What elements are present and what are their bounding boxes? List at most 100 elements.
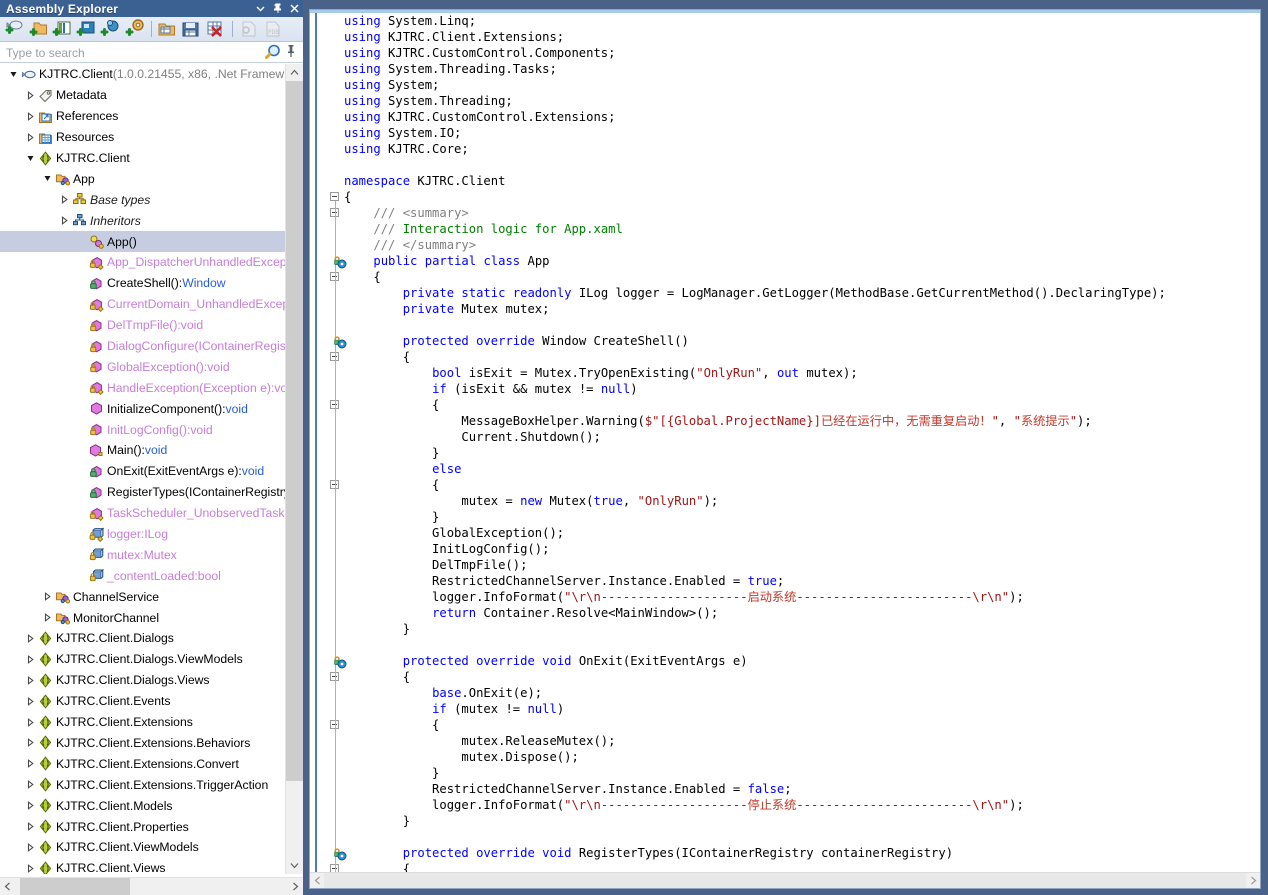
tree-item-resources[interactable]: Resources (0, 127, 285, 148)
tree-item-initializecomponent[interactable]: InitializeComponent(): void (0, 398, 285, 419)
expander-collapsed-icon[interactable] (25, 675, 36, 686)
editor-h-scroll-track[interactable] (324, 873, 1246, 888)
editor-h-scrollbar-thumb[interactable] (324, 873, 1246, 888)
tree-item-metadata[interactable]: Metadata (0, 85, 285, 106)
code-line: { (344, 350, 411, 364)
tree-item-monitorchannel[interactable]: MonitorChannel (0, 607, 285, 628)
expander-collapsed-icon[interactable] (25, 821, 36, 832)
expander-collapsed-icon[interactable] (25, 863, 36, 874)
expander-collapsed-icon[interactable] (25, 800, 36, 811)
tree-item-logger-ilog[interactable]: logger:ILog (0, 524, 285, 545)
open-from-gac-icon[interactable] (51, 18, 74, 40)
expander-collapsed-icon[interactable] (25, 132, 36, 143)
expander-collapsed-icon[interactable] (42, 591, 53, 602)
tree-item-createshell[interactable]: CreateShell(): Window (0, 273, 285, 294)
tree-item-kjtrc-client-extensions-triggeraction[interactable]: KJTRC.Client.Extensions.TriggerAction (0, 774, 285, 795)
h-scroll-track[interactable] (15, 878, 288, 895)
tree-vertical-scrollbar[interactable] (285, 64, 303, 874)
tree-item-mutex-mutex[interactable]: mutex:Mutex (0, 544, 285, 565)
tree-item-initlogconfig-void[interactable]: InitLogConfig():void (0, 419, 285, 440)
scroll-up-arrow[interactable] (286, 64, 303, 81)
expander-collapsed-icon[interactable] (25, 758, 36, 769)
tree-item-kjtrc-client-viewmodels[interactable]: KJTRC.Client.ViewModels (0, 837, 285, 858)
expander-collapsed-icon[interactable] (25, 737, 36, 748)
tree-item-base-types[interactable]: Base types (0, 189, 285, 210)
tree-item-currentdomain-unhandledexceptio[interactable]: CurrentDomain_UnhandledExceptio (0, 294, 302, 315)
expander-collapsed-icon[interactable] (59, 215, 70, 226)
expander-collapsed-icon[interactable] (59, 194, 70, 205)
tree-item-app[interactable]: App (0, 168, 285, 189)
save-assembly-list-icon[interactable] (180, 18, 203, 40)
expander-expanded-icon[interactable] (42, 173, 53, 184)
code-editor[interactable]: using System.Linq; using KJTRC.Client.Ext… (309, 9, 1261, 889)
expander-collapsed-icon[interactable] (25, 654, 36, 665)
expander-collapsed-icon[interactable] (25, 779, 36, 790)
code-text[interactable]: using System.Linq; using KJTRC.Client.Ext… (344, 13, 1260, 888)
tree-item-app-dispatcherunhandledexceptio[interactable]: App_DispatcherUnhandledExceptio (0, 252, 299, 273)
load-pdb-icon[interactable]: PDB (261, 18, 284, 40)
fold-toggle[interactable] (330, 192, 339, 201)
expander-collapsed-icon[interactable] (42, 612, 53, 623)
expander-collapsed-icon[interactable] (25, 111, 36, 122)
tree-item-contentloaded-bool[interactable]: _contentLoaded:bool (0, 565, 285, 586)
tree-item-globalexception-void[interactable]: GlobalException():void (0, 356, 285, 377)
expander-collapsed-icon[interactable] (25, 90, 36, 101)
tree-item-dialogconfigure-icontainerregistry[interactable]: DialogConfigure(IContainerRegistry (0, 336, 299, 357)
tree-item-onexit-exiteventargs-e[interactable]: OnExit(ExitEventArgs e): void (0, 461, 285, 482)
tree-item-kjtrc-client[interactable]: KJTRC.Client (0, 148, 285, 169)
fold-column[interactable] (329, 13, 347, 888)
tree-item-deltmpfile-void[interactable]: DelTmpFile():void (0, 315, 285, 336)
tree-item-kjtrc-client[interactable]: KJTRC.Client (1.0.0.21455, x86, .Net Fra… (0, 64, 285, 85)
tree-item-channelservice[interactable]: ChannelService (0, 586, 285, 607)
chevron-down-icon[interactable] (252, 0, 269, 17)
open-assembly-icon[interactable] (3, 18, 26, 40)
expander-collapsed-icon[interactable] (25, 633, 36, 644)
tree-item-kjtrc-client-views[interactable]: KJTRC.Client.Views (0, 858, 285, 874)
tree-item-kjtrc-client-dialogs-viewmodels[interactable]: KJTRC.Client.Dialogs.ViewModels (0, 649, 285, 670)
gear-icon[interactable] (123, 18, 146, 40)
editor-scroll-left-arrow[interactable] (310, 873, 324, 888)
tree-item-inheritors[interactable]: Inheritors (0, 210, 285, 231)
expander-collapsed-icon[interactable] (25, 717, 36, 728)
open-from-process-icon[interactable] (75, 18, 98, 40)
scroll-left-arrow[interactable] (0, 878, 15, 895)
close-all-assemblies-icon[interactable] (204, 18, 227, 40)
close-icon[interactable] (286, 0, 303, 17)
pin-icon[interactable] (285, 43, 303, 63)
expander-expanded-icon[interactable] (25, 153, 36, 164)
tree-item-kjtrc-client-extensions-convert[interactable]: KJTRC.Client.Extensions.Convert (0, 753, 285, 774)
editor-horizontal-scrollbar[interactable] (310, 872, 1260, 888)
search-icon[interactable] (263, 43, 285, 63)
load-symbols-icon[interactable] (237, 18, 260, 40)
search-input[interactable] (0, 42, 263, 63)
scroll-right-arrow[interactable] (288, 878, 303, 895)
editor-scroll-right-arrow[interactable] (1246, 873, 1260, 888)
editor-gutter[interactable] (310, 13, 347, 888)
tree-item-registertypes-icontainerregistry-c[interactable]: RegisterTypes(IContainerRegistry c (0, 482, 299, 503)
scroll-down-arrow[interactable] (286, 857, 303, 874)
tree-item-kjtrc-client-events[interactable]: KJTRC.Client.Events (0, 691, 285, 712)
assembly-tree[interactable]: KJTRC.Client (1.0.0.21455, x86, .Net Fra… (0, 64, 303, 874)
tree-horizontal-scrollbar[interactable] (0, 877, 303, 895)
tree-item-app[interactable]: App() (0, 231, 285, 253)
tree-item-handleexception-exception-e-void[interactable]: HandleException(Exception e):void (0, 377, 297, 398)
tree-item-taskscheduler-unobservedtaskex[interactable]: TaskScheduler_UnobservedTaskEx (0, 503, 299, 524)
pin-icon[interactable] (269, 0, 286, 17)
open-from-nuget-icon[interactable] (99, 18, 122, 40)
tree-item-kjtrc-client-extensions-behaviors[interactable]: KJTRC.Client.Extensions.Behaviors (0, 733, 285, 754)
tree-item-main[interactable]: Main(): void (0, 440, 285, 461)
tree-scrollbar-thumb[interactable] (286, 81, 303, 781)
tree-item-references[interactable]: References (0, 106, 285, 127)
tree-item-kjtrc-client-properties[interactable]: KJTRC.Client.Properties (0, 816, 285, 837)
tree-item-kjtrc-client-dialogs-views[interactable]: KJTRC.Client.Dialogs.Views (0, 670, 285, 691)
tree-item-kjtrc-client-dialogs[interactable]: KJTRC.Client.Dialogs (0, 628, 285, 649)
code-line: protected override void OnExit(ExitEvent… (402, 654, 748, 668)
expander-expanded-icon[interactable] (8, 69, 19, 80)
h-scrollbar-thumb[interactable] (20, 878, 130, 895)
expander-collapsed-icon[interactable] (25, 842, 36, 853)
tree-item-kjtrc-client-extensions[interactable]: KJTRC.Client.Extensions (0, 712, 285, 733)
tree-item-kjtrc-client-models[interactable]: KJTRC.Client.Models (0, 795, 285, 816)
expander-collapsed-icon[interactable] (25, 696, 36, 707)
open-from-folder-icon[interactable] (27, 18, 50, 40)
open-assembly-list-icon[interactable] (156, 18, 179, 40)
